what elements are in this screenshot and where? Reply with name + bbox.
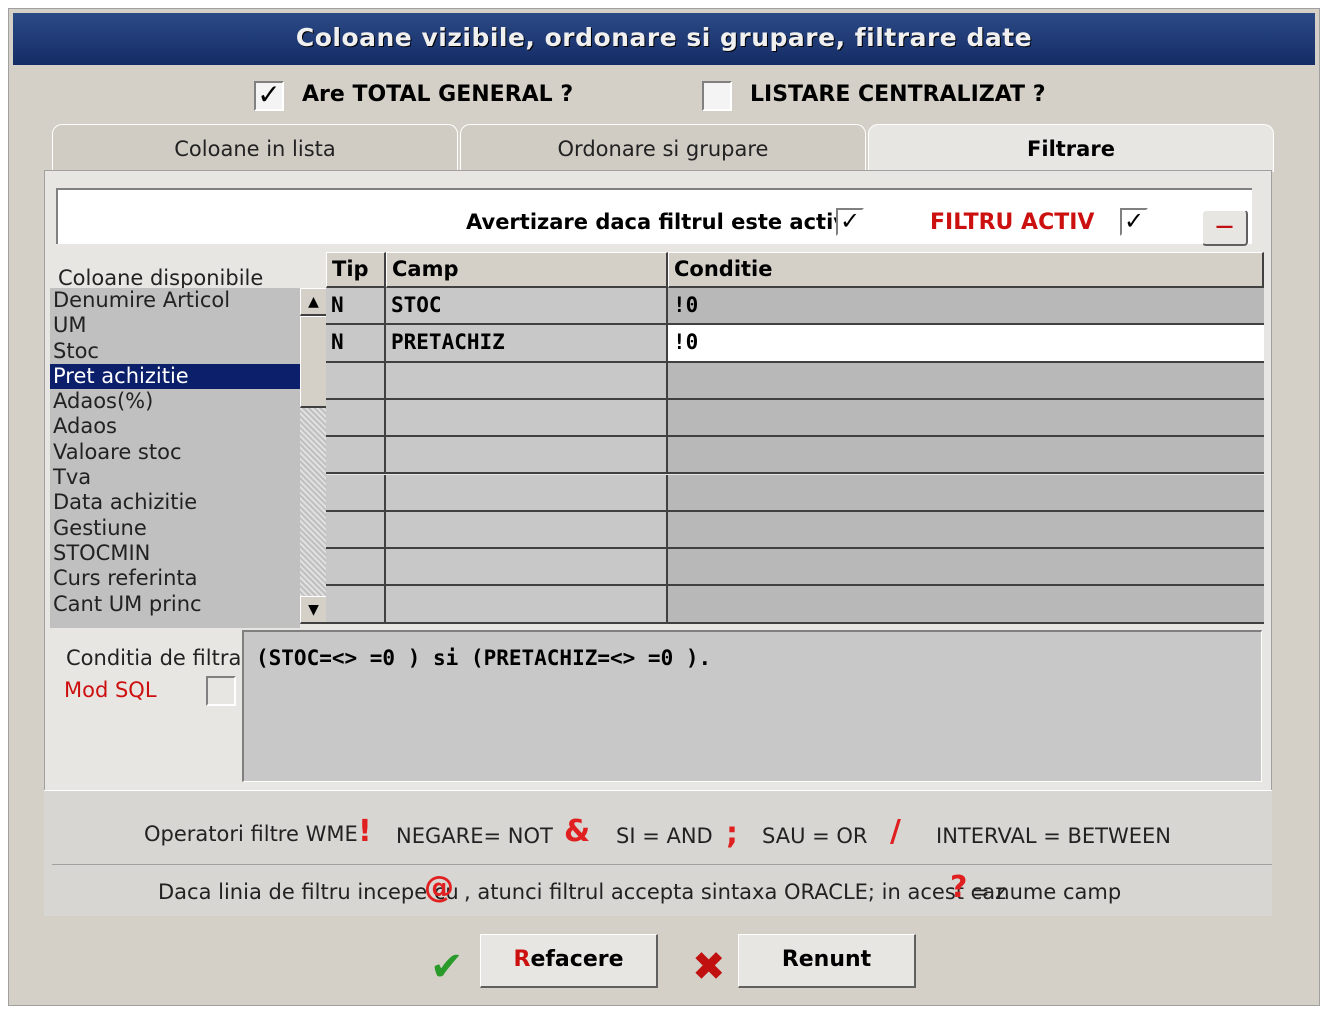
grid-header-conditie[interactable]: Conditie: [668, 252, 1264, 288]
not-operator-icon: !: [358, 814, 372, 849]
grid-cell-conditie[interactable]: [668, 586, 1264, 624]
or-operator-icon: ;: [726, 816, 738, 851]
column-item[interactable]: Denumire Articol: [50, 288, 300, 313]
grid-cell-camp[interactable]: [386, 549, 668, 587]
grid-cell-tip[interactable]: [326, 511, 386, 550]
grid-cell-camp[interactable]: [386, 586, 668, 624]
scroll-down-icon[interactable]: ▼: [300, 596, 328, 624]
grid-cell-tip[interactable]: [326, 474, 386, 512]
grid-cell-conditie[interactable]: [668, 474, 1264, 512]
columns-header: Coloane disponibile: [58, 266, 264, 290]
remove-filter-button[interactable]: —: [1202, 210, 1248, 246]
grid-cell-conditie[interactable]: [668, 511, 1264, 550]
column-item[interactable]: Gestiune: [50, 516, 300, 541]
column-item[interactable]: Cant UM princ: [50, 592, 300, 617]
warn-active-label: Avertizare daca filtrul este activ: [466, 210, 847, 234]
condition-text[interactable]: (STOC=<> =0 ) si (PRETACHIZ=<> =0 ).: [242, 630, 1262, 782]
grid-cell-conditie[interactable]: [668, 437, 1264, 475]
minus-icon: —: [1215, 216, 1234, 237]
grid-cell-tip[interactable]: [326, 437, 386, 475]
at-sign-icon: @: [424, 870, 454, 905]
listare-centralizat-label: LISTARE CENTRALIZAT ?: [750, 82, 1046, 107]
scroll-thumb[interactable]: [300, 316, 328, 408]
grid-cell-tip[interactable]: [326, 399, 386, 438]
refacere-label: efacere: [530, 947, 624, 972]
column-item[interactable]: Valoare stoc: [50, 440, 300, 465]
window-title: Coloane vizibile, ordonare si grupare, f…: [13, 13, 1315, 65]
oracle-hint-start: Daca linia de filtru incepe cu: [158, 880, 459, 904]
column-item[interactable]: Adaos(%): [50, 389, 300, 414]
sql-mode-label: Mod SQL: [64, 678, 157, 702]
grid-cell-tip[interactable]: N: [326, 288, 386, 326]
refacere-button[interactable]: Refacere: [480, 934, 658, 988]
column-item[interactable]: Data achizitie: [50, 490, 300, 515]
sql-mode-checkbox[interactable]: [206, 676, 236, 706]
tab-coloane-in-lista[interactable]: Coloane in lista: [52, 124, 458, 172]
columns-scrollbar[interactable]: ▲ ▼: [300, 288, 328, 624]
condition-label: Conditia de filtrare:: [66, 646, 270, 670]
tab-ordonare-si-grupare[interactable]: Ordonare si grupare: [460, 124, 866, 172]
oracle-hint-middle: , atunci filtrul accepta sintaxa ORACLE;…: [464, 880, 1007, 904]
oracle-hint-end: = nume camp: [972, 880, 1122, 904]
column-item[interactable]: Stoc: [50, 339, 300, 364]
renunt-button[interactable]: Renunt: [738, 934, 916, 988]
total-general-label: Are TOTAL GENERAL ?: [302, 82, 574, 107]
grid-cell-conditie[interactable]: [668, 362, 1264, 400]
between-operator-text: INTERVAL = BETWEEN: [936, 824, 1171, 848]
check-icon: ✔: [430, 944, 464, 990]
columns-list[interactable]: Denumire Articol UM Stoc Pret achizitie Adao…: [50, 288, 300, 628]
grid-cell-conditie[interactable]: !0: [668, 288, 1264, 326]
total-general-checkbox[interactable]: ✓: [254, 81, 284, 111]
column-item[interactable]: Tva: [50, 465, 300, 490]
tab-filtrare[interactable]: Filtrare: [868, 124, 1274, 172]
column-item[interactable]: STOCMIN: [50, 541, 300, 566]
grid-cell-tip[interactable]: [326, 586, 386, 624]
grid-cell-camp[interactable]: PRETACHIZ: [386, 325, 668, 363]
column-item[interactable]: Adaos: [50, 414, 300, 439]
refacere-accelerator: R: [513, 947, 531, 972]
x-icon: ✖: [692, 944, 726, 990]
filtru-activ-checkbox[interactable]: ✓: [1120, 208, 1148, 236]
grid-cell-conditie[interactable]: !0: [668, 325, 1264, 363]
and-operator-icon: &: [564, 814, 591, 849]
grid-cell-tip[interactable]: N: [326, 325, 386, 363]
scroll-up-icon[interactable]: ▲: [300, 288, 328, 316]
not-operator-text: NEGARE= NOT: [396, 824, 553, 848]
grid-cell-conditie[interactable]: [668, 399, 1264, 438]
filtru-activ-label: FILTRU ACTIV: [930, 210, 1095, 235]
filter-grid: Tip Camp Conditie N STOC !0 N PRETACHIZ !0: [326, 252, 1264, 626]
grid-cell-camp[interactable]: STOC: [386, 288, 668, 326]
listare-centralizat-checkbox[interactable]: [702, 81, 732, 111]
grid-cell-tip[interactable]: [326, 362, 386, 400]
and-operator-text: SI = AND: [616, 824, 713, 848]
grid-cell-conditie[interactable]: [668, 549, 1264, 587]
operators-title: Operatori filtre WME: [144, 822, 358, 846]
or-operator-text: SAU = OR: [762, 824, 868, 848]
grid-cell-camp[interactable]: [386, 474, 668, 512]
operators-divider: [52, 864, 1272, 865]
column-item[interactable]: UM: [50, 313, 300, 338]
grid-cell-camp[interactable]: [386, 437, 668, 475]
between-operator-icon: /: [890, 814, 901, 849]
warn-active-checkbox[interactable]: ✓: [836, 208, 864, 236]
question-icon: ?: [950, 870, 968, 905]
column-item[interactable]: Pret achizitie: [50, 363, 300, 390]
column-item[interactable]: Curs referinta: [50, 566, 300, 591]
grid-header-tip[interactable]: Tip: [326, 252, 386, 288]
grid-cell-camp[interactable]: [386, 362, 668, 400]
grid-cell-camp[interactable]: [386, 399, 668, 438]
grid-cell-tip[interactable]: [326, 549, 386, 587]
grid-header-camp[interactable]: Camp: [386, 252, 668, 288]
grid-cell-camp[interactable]: [386, 511, 668, 550]
